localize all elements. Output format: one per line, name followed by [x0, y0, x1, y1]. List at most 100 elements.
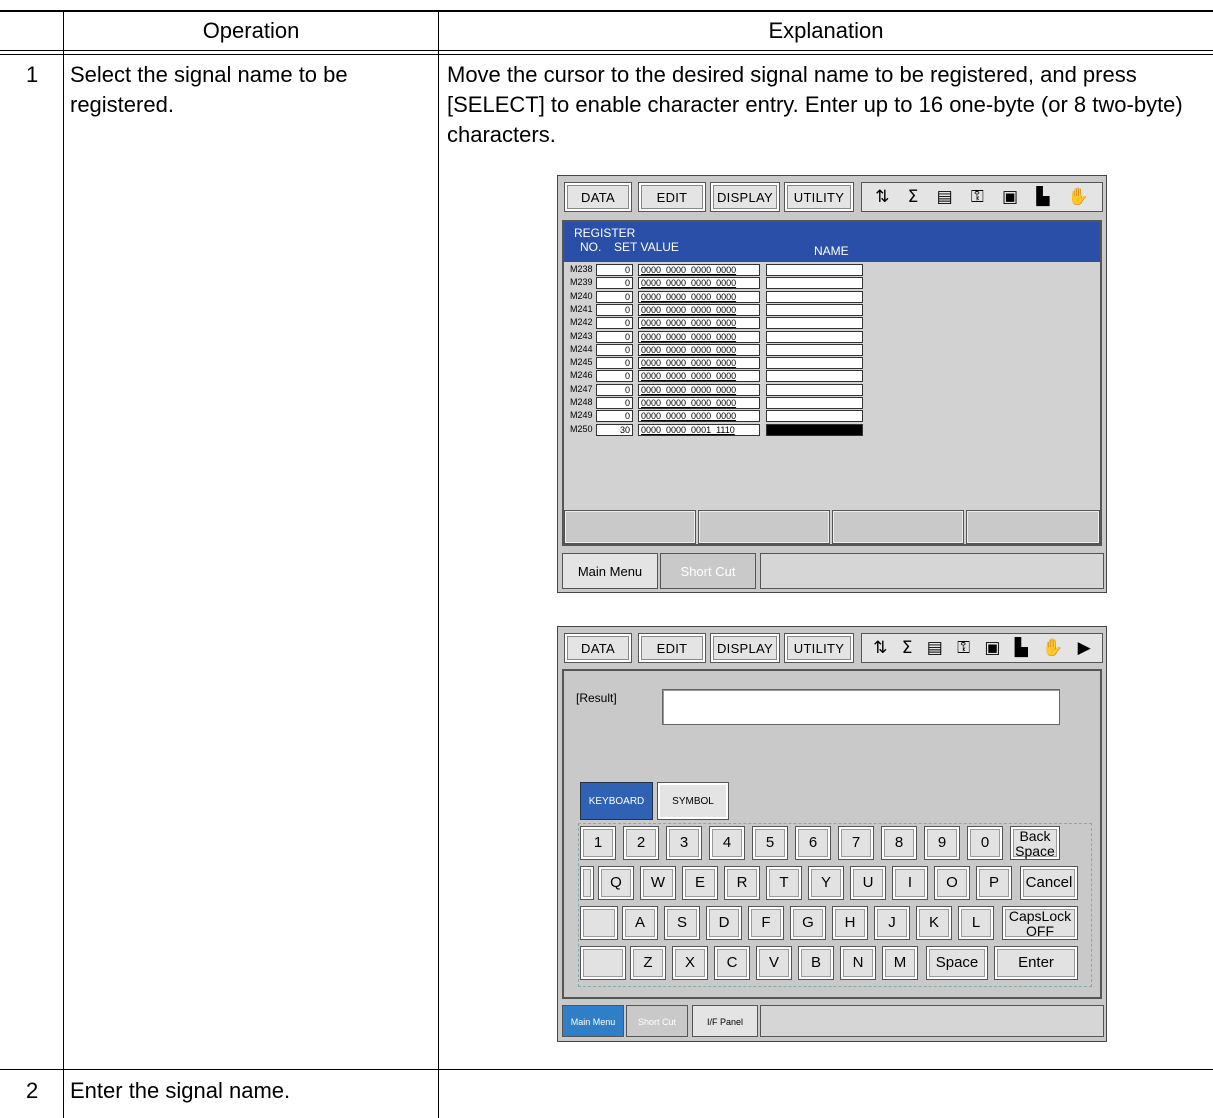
key-V[interactable]: V: [756, 946, 792, 980]
io-icon[interactable]: ⇅: [875, 187, 889, 207]
hand-icon[interactable]: ✋: [1042, 638, 1063, 658]
register-bits-field[interactable]: 0000_0000_0000_0000: [638, 383, 760, 396]
key-8[interactable]: 8: [881, 826, 917, 860]
key-H[interactable]: H: [832, 906, 868, 940]
register-name-field[interactable]: [766, 423, 863, 436]
register-name-field[interactable]: [766, 290, 863, 303]
page-icon[interactable]: ▙: [1015, 638, 1028, 658]
key-5[interactable]: 5: [752, 826, 788, 860]
key-R[interactable]: R: [724, 866, 760, 900]
register-value-field[interactable]: 0: [596, 410, 633, 423]
register-bits-field[interactable]: 0000_0000_0000_0000: [638, 290, 760, 303]
menu-data-button[interactable]: DATA: [564, 633, 632, 663]
register-bits-field[interactable]: 0000_0000_0000_0000: [638, 277, 760, 290]
register-value-field[interactable]: 0: [596, 290, 633, 303]
key-M[interactable]: M: [882, 946, 918, 980]
page-icon[interactable]: ▙: [1036, 187, 1049, 207]
register-bits-field[interactable]: 0000_0000_0000_0000: [638, 343, 760, 356]
play-icon[interactable]: ▶: [1078, 638, 1091, 658]
softkey-4[interactable]: [966, 510, 1100, 544]
register-row[interactable]: M239 0 0000_0000_0000_0000: [570, 277, 870, 290]
register-name-field[interactable]: [766, 277, 863, 290]
register-row[interactable]: M240 0 0000_0000_0000_0000: [570, 290, 870, 304]
key-E[interactable]: E: [682, 866, 718, 900]
register-name-field[interactable]: [766, 343, 863, 356]
menu-utility-button[interactable]: UTILITY: [784, 182, 854, 212]
register-name-field[interactable]: [766, 410, 863, 423]
key-Q[interactable]: Q: [598, 866, 634, 900]
register-row[interactable]: M242 0 0000_0000_0000_0000: [570, 317, 870, 330]
register-name-field[interactable]: [766, 397, 863, 409]
main-menu-button[interactable]: Main Menu: [562, 1005, 624, 1037]
menu-edit-button[interactable]: EDIT: [638, 182, 706, 212]
row-3-spacer-key[interactable]: [580, 906, 618, 940]
menu-data-button[interactable]: DATA: [564, 182, 632, 212]
key-U[interactable]: U: [850, 866, 886, 900]
register-name-field[interactable]: [766, 303, 863, 316]
register-value-field[interactable]: 0: [596, 397, 633, 409]
key-G[interactable]: G: [790, 906, 826, 940]
short-cut-button[interactable]: Short Cut: [660, 553, 756, 589]
register-name-field[interactable]: [766, 357, 863, 370]
register-bits-field[interactable]: 0000_0000_0000_0000: [638, 357, 760, 370]
key-W[interactable]: W: [640, 866, 676, 900]
enter-key[interactable]: Enter: [994, 946, 1078, 980]
key-B[interactable]: B: [798, 946, 834, 980]
teach-icon[interactable]: ▣: [984, 638, 1000, 658]
softkey-2[interactable]: [698, 510, 830, 544]
key-S[interactable]: S: [664, 906, 700, 940]
register-name-field[interactable]: [766, 264, 863, 276]
register-row[interactable]: M246 0 0000_0000_0000_0000: [570, 370, 870, 383]
key-J[interactable]: J: [874, 906, 910, 940]
row-2-spacer-key[interactable]: [580, 866, 594, 900]
gear-stats-icon[interactable]: ▤: [927, 638, 943, 658]
softkey-1[interactable]: [564, 510, 696, 544]
register-value-field[interactable]: 0: [596, 277, 633, 290]
register-name-field[interactable]: [766, 370, 863, 383]
register-bits-field[interactable]: 0000_0000_0000_0000: [638, 303, 760, 316]
main-menu-button[interactable]: Main Menu: [562, 553, 658, 589]
key-1[interactable]: 1: [580, 826, 616, 860]
key-icon[interactable]: ⚿: [957, 638, 970, 658]
key-N[interactable]: N: [840, 946, 876, 980]
register-row[interactable]: M247 0 0000_0000_0000_0000: [570, 383, 870, 397]
menu-utility-button[interactable]: UTILITY: [784, 633, 854, 663]
key-D[interactable]: D: [706, 906, 742, 940]
key-F[interactable]: F: [748, 906, 784, 940]
key-4[interactable]: 4: [709, 826, 745, 860]
register-name-field[interactable]: [766, 317, 863, 330]
register-row[interactable]: M244 0 0000_0000_0000_0000: [570, 343, 870, 357]
register-value-field[interactable]: 0: [596, 357, 633, 370]
backspace-key[interactable]: Back Space: [1010, 826, 1060, 860]
key-K[interactable]: K: [916, 906, 952, 940]
register-value-field[interactable]: 0: [596, 264, 633, 276]
register-value-field[interactable]: 0: [596, 343, 633, 356]
register-bits-field[interactable]: 0000_0000_0000_0000: [638, 264, 760, 276]
capslock-key[interactable]: CapsLock OFF: [1002, 906, 1078, 940]
key-0[interactable]: 0: [967, 826, 1003, 860]
register-value-field[interactable]: 0: [596, 383, 633, 396]
key-P[interactable]: P: [976, 866, 1012, 900]
register-bits-field[interactable]: 0000_0000_0000_0000: [638, 317, 760, 330]
key-6[interactable]: 6: [795, 826, 831, 860]
cancel-key[interactable]: Cancel: [1020, 866, 1078, 900]
sigma-icon[interactable]: Σ: [908, 187, 919, 207]
register-row[interactable]: M243 0 0000_0000_0000_0000: [570, 330, 870, 344]
sigma-icon[interactable]: Σ: [902, 638, 913, 658]
gear-stats-icon[interactable]: ▤: [937, 187, 953, 207]
space-key[interactable]: Space: [926, 946, 988, 980]
register-bits-field[interactable]: 0000_0000_0001_1110: [638, 423, 760, 436]
register-row[interactable]: M249 0 0000_0000_0000_0000: [570, 410, 870, 423]
key-Y[interactable]: Y: [808, 866, 844, 900]
register-row[interactable]: M241 0 0000_0000_0000_0000: [570, 303, 870, 317]
key-icon[interactable]: ⚿: [971, 187, 984, 207]
key-2[interactable]: 2: [623, 826, 659, 860]
register-value-field[interactable]: 0: [596, 317, 633, 330]
menu-display-button[interactable]: DISPLAY: [710, 633, 780, 663]
register-value-field[interactable]: 0: [596, 303, 633, 316]
register-value-field[interactable]: 30: [596, 423, 633, 436]
register-row[interactable]: M245 0 0000_0000_0000_0000: [570, 357, 870, 370]
register-bits-field[interactable]: 0000_0000_0000_0000: [638, 410, 760, 423]
menu-edit-button[interactable]: EDIT: [638, 633, 706, 663]
key-9[interactable]: 9: [924, 826, 960, 860]
